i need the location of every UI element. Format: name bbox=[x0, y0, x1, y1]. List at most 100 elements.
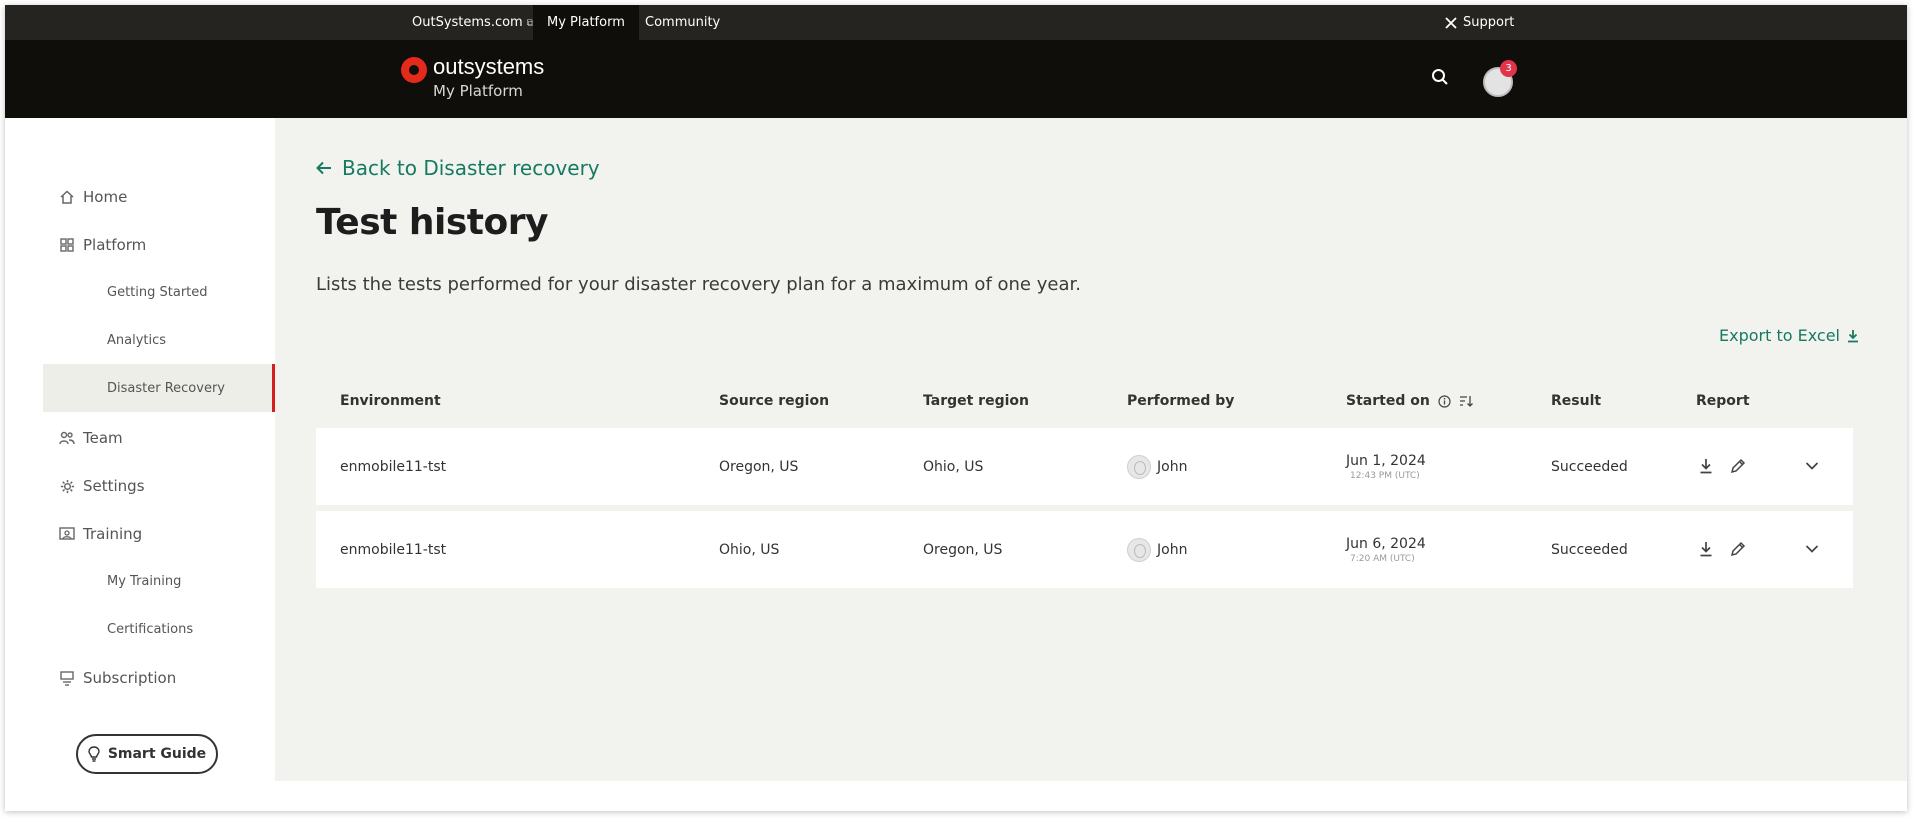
logo-wordmark: outsystems bbox=[433, 54, 545, 79]
sidebar-item-analytics[interactable]: Analytics bbox=[43, 316, 275, 364]
column-target-region: Target region bbox=[923, 393, 1029, 409]
community-link[interactable]: Community bbox=[631, 5, 734, 40]
arrow-left-icon bbox=[316, 161, 331, 175]
sidebar-item-settings[interactable]: Settings bbox=[5, 463, 275, 509]
outsystems-com-label: OutSystems.com bbox=[412, 15, 523, 30]
cell-performed-by: John bbox=[1127, 428, 1187, 505]
sidebar-item-label: My Training bbox=[107, 573, 182, 589]
column-report: Report bbox=[1696, 393, 1750, 409]
cell-started-on: Jun 6, 2024 7:20 AM (UTC) bbox=[1346, 511, 1426, 588]
download-icon bbox=[1700, 459, 1712, 474]
column-environment: Environment bbox=[340, 393, 441, 409]
cell-target-region: Ohio, US bbox=[923, 458, 984, 475]
training-icon bbox=[59, 526, 75, 542]
sidebar-item-subscription[interactable]: Subscription bbox=[5, 655, 275, 701]
edit-report-button[interactable] bbox=[1728, 456, 1748, 476]
download-report-button[interactable] bbox=[1696, 456, 1716, 476]
sidebar-item-label: Training bbox=[83, 525, 143, 543]
cell-source-region: Oregon, US bbox=[719, 458, 799, 475]
subscription-icon bbox=[59, 670, 75, 686]
chevron-down-icon bbox=[1805, 545, 1819, 553]
page-description: Lists the tests performed for your disas… bbox=[316, 274, 1081, 295]
export-to-excel-button[interactable]: Export to Excel bbox=[1719, 326, 1859, 345]
performed-by-name: John bbox=[1157, 541, 1188, 558]
download-icon bbox=[1848, 329, 1858, 342]
table-row[interactable]: enmobile11-tst Ohio, US Oregon, US John … bbox=[316, 511, 1853, 588]
sidebar-item-label: Getting Started bbox=[107, 284, 208, 300]
smart-guide-button[interactable]: Smart Guide bbox=[76, 734, 218, 774]
edit-report-button[interactable] bbox=[1728, 539, 1748, 559]
started-on-date: Jun 1, 2024 bbox=[1346, 452, 1426, 469]
smart-guide-label: Smart Guide bbox=[107, 746, 207, 762]
outsystems-logo-icon[interactable] bbox=[401, 57, 427, 83]
back-link-label: Back to Disaster recovery bbox=[342, 156, 600, 180]
cell-target-region: Oregon, US bbox=[923, 541, 1003, 558]
column-result: Result bbox=[1551, 393, 1602, 409]
column-performed-by: Performed by bbox=[1127, 393, 1235, 409]
cell-source-region: Ohio, US bbox=[719, 541, 780, 558]
pencil-icon bbox=[1730, 458, 1746, 474]
sidebar-item-label: Certifications bbox=[107, 621, 194, 637]
utility-bar: OutSystems.com ⧉ My Platform Community Su… bbox=[5, 5, 1907, 40]
main-content: Back to Disaster recovery Test history L… bbox=[275, 118, 1907, 781]
page-title: Test history bbox=[316, 202, 548, 243]
sidebar-item-label: Settings bbox=[83, 477, 145, 495]
cell-result: Succeeded bbox=[1551, 458, 1628, 475]
column-source-region: Source region bbox=[719, 393, 830, 409]
download-report-button[interactable] bbox=[1696, 539, 1716, 559]
sidebar-item-my-training[interactable]: My Training bbox=[43, 557, 275, 605]
tools-icon bbox=[1445, 16, 1457, 29]
search-icon bbox=[1432, 69, 1448, 85]
started-on-time: 7:20 AM (UTC) bbox=[1350, 553, 1415, 564]
started-on-label: Started on bbox=[1346, 393, 1430, 409]
info-icon[interactable] bbox=[1438, 394, 1451, 408]
cell-environment: enmobile11-tst bbox=[340, 458, 447, 475]
started-on-date: Jun 6, 2024 bbox=[1346, 535, 1426, 552]
support-label: Support bbox=[1463, 15, 1515, 30]
sidebar: Home Platform Getting Started Analytics … bbox=[5, 118, 275, 811]
download-icon bbox=[1700, 542, 1712, 557]
notification-badge: 3 bbox=[1500, 60, 1517, 77]
lightbulb-icon bbox=[88, 746, 100, 762]
sidebar-item-home[interactable]: Home bbox=[5, 174, 275, 220]
user-avatar bbox=[1127, 454, 1151, 479]
expand-row-button[interactable] bbox=[1802, 539, 1822, 559]
sort-descending-icon[interactable] bbox=[1459, 395, 1473, 407]
logo-subtitle: My Platform bbox=[433, 82, 523, 100]
export-label: Export to Excel bbox=[1719, 326, 1840, 345]
gear-icon bbox=[59, 478, 75, 494]
sidebar-item-team[interactable]: Team bbox=[5, 415, 275, 461]
app-window: OutSystems.com ⧉ My Platform Community Su… bbox=[5, 5, 1907, 811]
started-on-time: 12:43 PM (UTC) bbox=[1350, 470, 1420, 481]
chevron-down-icon bbox=[1805, 462, 1819, 470]
main-header: outsystems My Platform 3 bbox=[5, 40, 1907, 118]
back-link[interactable]: Back to Disaster recovery bbox=[316, 156, 600, 180]
outsystems-com-link[interactable]: OutSystems.com ⧉ bbox=[398, 5, 548, 40]
cell-result: Succeeded bbox=[1551, 541, 1628, 558]
performed-by-name: John bbox=[1157, 458, 1188, 475]
expand-row-button[interactable] bbox=[1802, 456, 1822, 476]
support-link[interactable]: Support bbox=[1431, 5, 1528, 40]
table-row[interactable]: enmobile11-tst Oregon, US Ohio, US John … bbox=[316, 428, 1853, 505]
search-button[interactable] bbox=[1431, 68, 1453, 90]
sidebar-item-getting-started[interactable]: Getting Started bbox=[43, 268, 275, 316]
sidebar-item-disaster-recovery[interactable]: Disaster Recovery bbox=[43, 364, 275, 412]
sidebar-item-label: Team bbox=[83, 429, 123, 447]
pencil-icon bbox=[1730, 541, 1746, 557]
my-platform-link[interactable]: My Platform bbox=[533, 5, 639, 40]
home-icon bbox=[59, 189, 75, 205]
sidebar-item-label: Disaster Recovery bbox=[107, 380, 225, 396]
sidebar-item-label: Platform bbox=[83, 236, 147, 254]
cell-performed-by: John bbox=[1127, 511, 1187, 588]
team-icon bbox=[59, 430, 75, 446]
sidebar-item-certifications[interactable]: Certifications bbox=[43, 605, 275, 653]
column-started-on[interactable]: Started on bbox=[1346, 378, 1473, 424]
sidebar-item-platform[interactable]: Platform bbox=[5, 222, 275, 268]
sidebar-item-label: Analytics bbox=[107, 332, 167, 348]
cell-started-on: Jun 1, 2024 12:43 PM (UTC) bbox=[1346, 428, 1426, 505]
sidebar-item-label: Home bbox=[83, 188, 128, 206]
sidebar-item-training[interactable]: Training bbox=[5, 511, 275, 557]
sidebar-item-label: Subscription bbox=[83, 669, 177, 687]
grid-icon bbox=[59, 237, 75, 253]
user-avatar bbox=[1127, 537, 1151, 562]
